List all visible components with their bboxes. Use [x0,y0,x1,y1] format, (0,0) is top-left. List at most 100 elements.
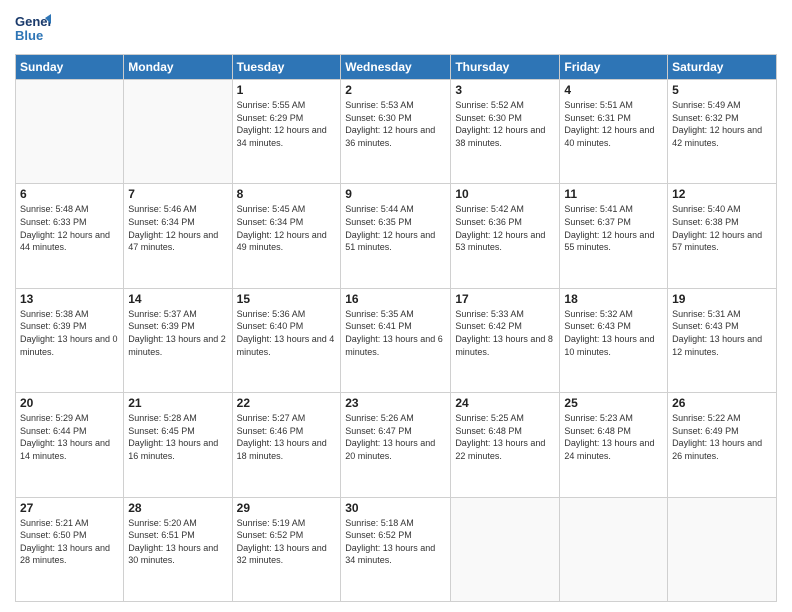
day-number: 22 [237,396,337,410]
day-number: 25 [564,396,663,410]
day-number: 9 [345,187,446,201]
week-row-1: 1 Sunrise: 5:55 AM Sunset: 6:29 PM Daylig… [16,80,777,184]
logo: General Blue [15,10,51,46]
day-cell: 16 Sunrise: 5:35 AM Sunset: 6:41 PM Dayli… [341,288,451,392]
day-info: Sunrise: 5:22 AM Sunset: 6:49 PM Dayligh… [672,412,772,462]
day-cell: 4 Sunrise: 5:51 AM Sunset: 6:31 PM Daylig… [560,80,668,184]
day-info: Sunrise: 5:23 AM Sunset: 6:48 PM Dayligh… [564,412,663,462]
day-info: Sunrise: 5:38 AM Sunset: 6:39 PM Dayligh… [20,308,119,358]
day-cell: 6 Sunrise: 5:48 AM Sunset: 6:33 PM Daylig… [16,184,124,288]
svg-text:General: General [15,14,51,29]
calendar-table: SundayMondayTuesdayWednesdayThursdayFrid… [15,54,777,602]
day-cell [16,80,124,184]
week-row-2: 6 Sunrise: 5:48 AM Sunset: 6:33 PM Daylig… [16,184,777,288]
day-number: 14 [128,292,227,306]
day-cell [451,497,560,601]
day-number: 21 [128,396,227,410]
day-info: Sunrise: 5:48 AM Sunset: 6:33 PM Dayligh… [20,203,119,253]
week-row-4: 20 Sunrise: 5:29 AM Sunset: 6:44 PM Dayli… [16,393,777,497]
day-number: 4 [564,83,663,97]
day-cell: 9 Sunrise: 5:44 AM Sunset: 6:35 PM Daylig… [341,184,451,288]
day-cell: 7 Sunrise: 5:46 AM Sunset: 6:34 PM Daylig… [124,184,232,288]
day-info: Sunrise: 5:18 AM Sunset: 6:52 PM Dayligh… [345,517,446,567]
day-info: Sunrise: 5:41 AM Sunset: 6:37 PM Dayligh… [564,203,663,253]
day-cell: 14 Sunrise: 5:37 AM Sunset: 6:39 PM Dayli… [124,288,232,392]
day-info: Sunrise: 5:31 AM Sunset: 6:43 PM Dayligh… [672,308,772,358]
page: General Blue SundayMondayTuesdayWednesda… [0,0,792,612]
day-cell [668,497,777,601]
header-cell-sunday: Sunday [16,55,124,80]
day-info: Sunrise: 5:36 AM Sunset: 6:40 PM Dayligh… [237,308,337,358]
day-info: Sunrise: 5:28 AM Sunset: 6:45 PM Dayligh… [128,412,227,462]
day-info: Sunrise: 5:29 AM Sunset: 6:44 PM Dayligh… [20,412,119,462]
day-number: 17 [455,292,555,306]
day-info: Sunrise: 5:44 AM Sunset: 6:35 PM Dayligh… [345,203,446,253]
day-info: Sunrise: 5:46 AM Sunset: 6:34 PM Dayligh… [128,203,227,253]
day-number: 11 [564,187,663,201]
day-number: 8 [237,187,337,201]
day-number: 19 [672,292,772,306]
day-info: Sunrise: 5:35 AM Sunset: 6:41 PM Dayligh… [345,308,446,358]
day-cell: 30 Sunrise: 5:18 AM Sunset: 6:52 PM Dayli… [341,497,451,601]
day-number: 23 [345,396,446,410]
day-number: 6 [20,187,119,201]
header-cell-friday: Friday [560,55,668,80]
svg-text:Blue: Blue [15,28,43,43]
day-info: Sunrise: 5:19 AM Sunset: 6:52 PM Dayligh… [237,517,337,567]
day-number: 30 [345,501,446,515]
day-number: 24 [455,396,555,410]
day-info: Sunrise: 5:26 AM Sunset: 6:47 PM Dayligh… [345,412,446,462]
day-info: Sunrise: 5:51 AM Sunset: 6:31 PM Dayligh… [564,99,663,149]
day-cell: 21 Sunrise: 5:28 AM Sunset: 6:45 PM Dayli… [124,393,232,497]
day-info: Sunrise: 5:55 AM Sunset: 6:29 PM Dayligh… [237,99,337,149]
day-number: 2 [345,83,446,97]
day-info: Sunrise: 5:42 AM Sunset: 6:36 PM Dayligh… [455,203,555,253]
day-info: Sunrise: 5:33 AM Sunset: 6:42 PM Dayligh… [455,308,555,358]
day-cell: 3Sunrise: 5:52 AM Sunset: 6:30 PM Daylig… [451,80,560,184]
header-cell-thursday: Thursday [451,55,560,80]
logo-svg: General Blue [15,10,51,46]
day-number: 1 [237,83,337,97]
day-cell: 15 Sunrise: 5:36 AM Sunset: 6:40 PM Dayli… [232,288,341,392]
day-info: Sunrise: 5:49 AM Sunset: 6:32 PM Dayligh… [672,99,772,149]
day-cell: 25 Sunrise: 5:23 AM Sunset: 6:48 PM Dayli… [560,393,668,497]
day-cell: 1 Sunrise: 5:55 AM Sunset: 6:29 PM Daylig… [232,80,341,184]
header-cell-wednesday: Wednesday [341,55,451,80]
day-cell: 10 Sunrise: 5:42 AM Sunset: 6:36 PM Dayli… [451,184,560,288]
day-info: Sunrise: 5:37 AM Sunset: 6:39 PM Dayligh… [128,308,227,358]
day-number: 16 [345,292,446,306]
calendar-header: SundayMondayTuesdayWednesdayThursdayFrid… [16,55,777,80]
day-cell [560,497,668,601]
header-row: SundayMondayTuesdayWednesdayThursdayFrid… [16,55,777,80]
day-number: 27 [20,501,119,515]
day-number: 28 [128,501,227,515]
day-cell: 18Sunrise: 5:32 AM Sunset: 6:43 PM Dayli… [560,288,668,392]
day-cell: 22Sunrise: 5:27 AM Sunset: 6:46 PM Dayli… [232,393,341,497]
day-info: Sunrise: 5:40 AM Sunset: 6:38 PM Dayligh… [672,203,772,253]
day-cell: 27 Sunrise: 5:21 AM Sunset: 6:50 PM Dayli… [16,497,124,601]
header-cell-tuesday: Tuesday [232,55,341,80]
day-cell: 13 Sunrise: 5:38 AM Sunset: 6:39 PM Dayli… [16,288,124,392]
day-number: 20 [20,396,119,410]
week-row-3: 13 Sunrise: 5:38 AM Sunset: 6:39 PM Dayli… [16,288,777,392]
day-number: 13 [20,292,119,306]
day-number: 12 [672,187,772,201]
day-info: Sunrise: 5:25 AM Sunset: 6:48 PM Dayligh… [455,412,555,462]
day-info: Sunrise: 5:21 AM Sunset: 6:50 PM Dayligh… [20,517,119,567]
day-cell: 28Sunrise: 5:20 AM Sunset: 6:51 PM Dayli… [124,497,232,601]
day-cell [124,80,232,184]
day-cell: 29 Sunrise: 5:19 AM Sunset: 6:52 PM Dayli… [232,497,341,601]
day-cell: 20 Sunrise: 5:29 AM Sunset: 6:44 PM Dayli… [16,393,124,497]
day-number: 7 [128,187,227,201]
day-number: 26 [672,396,772,410]
day-number: 15 [237,292,337,306]
day-cell: 17 Sunrise: 5:33 AM Sunset: 6:42 PM Dayli… [451,288,560,392]
day-number: 10 [455,187,555,201]
calendar-body: 1 Sunrise: 5:55 AM Sunset: 6:29 PM Daylig… [16,80,777,602]
day-info: Sunrise: 5:32 AM Sunset: 6:43 PM Dayligh… [564,308,663,358]
day-cell: 5Sunrise: 5:49 AM Sunset: 6:32 PM Daylig… [668,80,777,184]
day-cell: 11 Sunrise: 5:41 AM Sunset: 6:37 PM Dayli… [560,184,668,288]
week-row-5: 27 Sunrise: 5:21 AM Sunset: 6:50 PM Dayli… [16,497,777,601]
day-info: Sunrise: 5:52 AM Sunset: 6:30 PM Dayligh… [455,99,555,149]
day-number: 29 [237,501,337,515]
